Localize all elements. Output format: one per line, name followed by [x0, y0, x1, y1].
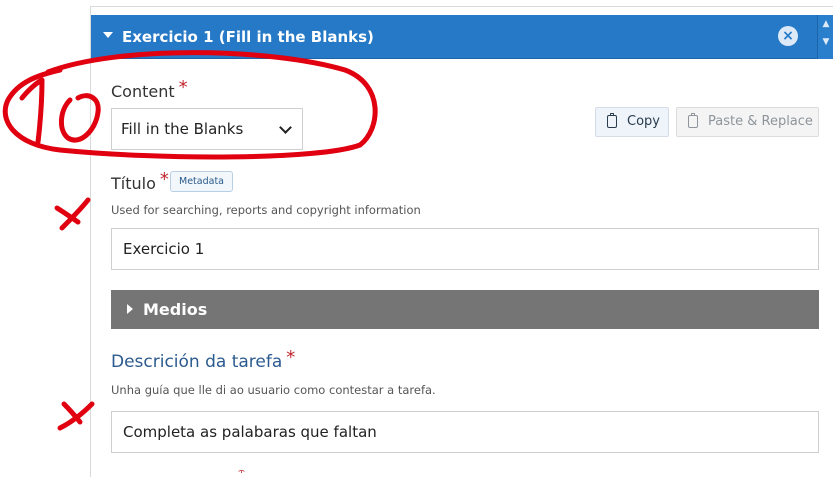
copy-button[interactable]: Copy [595, 107, 669, 137]
clipboard-x-icon [688, 113, 698, 128]
paste-replace-button[interactable]: Paste & Replace [676, 107, 819, 137]
titulo-label-text: Título [111, 174, 156, 193]
metadata-badge[interactable]: Metadata [170, 171, 233, 192]
collapse-caret-icon[interactable] [103, 32, 113, 38]
annotation-check-1 [54, 197, 91, 231]
clipboard-icon [607, 113, 617, 128]
annotation-digit-zero [59, 93, 101, 143]
content-type-select[interactable]: Fill in the Blanks [111, 108, 303, 150]
descricion-input-value: Completa as palabaras que faltan [123, 423, 377, 441]
descricion-label: Descrición da tarefa * [111, 347, 295, 372]
medios-label: Medios [143, 300, 208, 319]
required-marker: * [159, 169, 169, 190]
titulo-label: Título * [111, 169, 169, 194]
chevron-down-icon [279, 121, 292, 134]
descricion-input[interactable]: Completa as palabaras que faltan [111, 411, 819, 453]
next-field-required-marker: * [238, 470, 246, 477]
medios-group-header[interactable]: Medios [111, 290, 819, 329]
descricion-help-text: Unha guía que lle di ao usuario como con… [111, 383, 436, 397]
paste-button-label: Paste & Replace [708, 114, 813, 129]
annotation-digit-one [19, 77, 45, 145]
required-marker: * [178, 77, 188, 98]
descricion-label-text: Descrición da tarefa [111, 352, 283, 372]
expand-caret-icon [127, 304, 133, 314]
content-label: Content * [111, 77, 188, 102]
required-marker: * [286, 347, 296, 368]
titulo-help-text: Used for searching, reports and copyrigh… [111, 203, 421, 217]
titulo-input-value: Exercicio 1 [123, 240, 205, 258]
annotation-check-2 [57, 401, 95, 431]
content-label-text: Content [111, 82, 175, 101]
form-left-border [90, 0, 91, 477]
content-type-selected: Fill in the Blanks [121, 120, 244, 138]
exercise-panel-header[interactable]: Exercicio 1 (Fill in the Blanks) × ▲ ▼ [91, 15, 833, 59]
titulo-input[interactable]: Exercicio 1 [111, 228, 819, 270]
chevron-up-icon[interactable]: ▲ [818, 15, 833, 33]
order-controls[interactable]: ▲ ▼ [817, 15, 833, 59]
panel-title: Exercicio 1 (Fill in the Blanks) [122, 28, 374, 46]
chevron-down-icon[interactable]: ▼ [818, 33, 833, 51]
close-circle-icon[interactable]: × [778, 26, 798, 46]
previous-item-border [90, 0, 833, 7]
copy-button-label: Copy [627, 114, 660, 129]
